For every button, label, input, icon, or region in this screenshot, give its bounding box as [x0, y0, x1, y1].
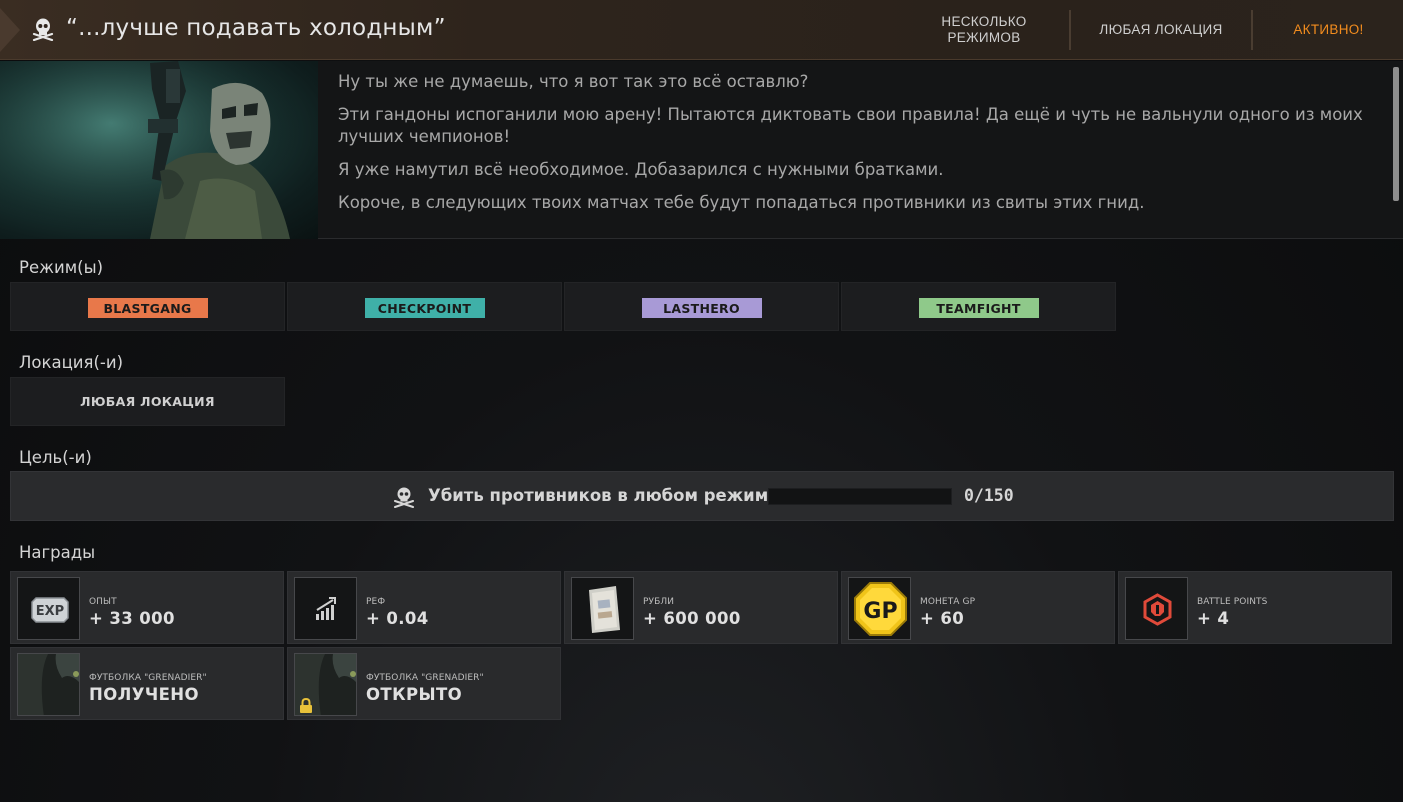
- skull-icon: [32, 18, 54, 41]
- reward-name: ФУТБОЛКА "GRENADIER": [366, 673, 484, 683]
- reward-card-ref: РЕФ + 0.04: [287, 571, 561, 644]
- quest-banner: Ну ты же не думаешь, что я вот так это в…: [0, 61, 1403, 239]
- story-paragraph: Ну ты же не думаешь, что я вот так это в…: [338, 72, 809, 91]
- reward-value: + 4: [1197, 609, 1230, 628]
- mode-card-teamfight: TEAMFIGHT: [841, 282, 1116, 331]
- svg-text:GP: GP: [863, 599, 897, 624]
- reward-name: BATTLE POINTS: [1197, 597, 1268, 607]
- reward-card-tshirt: ФУТБОЛКА "GRENADIER" ПОЛУЧЕНО: [10, 647, 284, 720]
- reward-name: ОПЫТ: [89, 597, 117, 607]
- goal-progress-bar: [768, 488, 952, 505]
- story-paragraph: Короче, в следующих твоих матчах тебе бу…: [338, 193, 1145, 212]
- mode-card-blastgang: BLASTGANG: [10, 282, 285, 331]
- goal-row: Убить противников в любом режиме 0/150: [10, 471, 1394, 521]
- locations-heading: Локация(-и): [19, 353, 124, 372]
- tshirt-icon: [294, 653, 357, 716]
- reward-value: + 33 000: [89, 609, 175, 628]
- story-paragraph: Эти гандоны испоганили мою арену! Пытают…: [338, 105, 1363, 146]
- header-status: АКТИВНО!: [1293, 22, 1364, 37]
- reward-value: + 60: [920, 609, 965, 628]
- story-paragraph: Я уже намутил всё необходимое. Добазарил…: [338, 160, 944, 179]
- reward-value: + 600 000: [643, 609, 741, 628]
- gp-coin-icon: GP: [848, 577, 911, 640]
- reward-value: + 0.04: [366, 609, 429, 628]
- reward-name: ФУТБОЛКА "GRENADIER": [89, 673, 207, 683]
- modes-heading: Режим(ы): [19, 258, 104, 277]
- header-modes: НЕСКОЛЬКО РЕЖИМОВ: [941, 14, 1027, 45]
- goal-count: 0/150: [964, 486, 1014, 505]
- lock-icon: [300, 698, 312, 713]
- header-divider: [1069, 10, 1071, 50]
- mode-card-checkpoint: CHECKPOINT: [287, 282, 562, 331]
- location-card: ЛЮБАЯ ЛОКАЦИЯ: [10, 377, 285, 426]
- rewards-heading: Награды: [19, 543, 96, 562]
- mode-card-lasthero: LASTHERO: [564, 282, 839, 331]
- location-label: ЛЮБАЯ ЛОКАЦИЯ: [80, 394, 215, 409]
- quest-title: “...лучше подавать холодным”: [66, 15, 446, 41]
- goals-heading: Цель(-и): [19, 448, 92, 467]
- reward-name: МОНЕТА GP: [920, 597, 976, 607]
- rubles-icon: [571, 577, 634, 640]
- header-notch: [0, 8, 20, 52]
- mode-tag: BLASTGANG: [87, 298, 208, 318]
- quest-story-text: Ну ты же не думаешь, что я вот так это в…: [338, 71, 1378, 239]
- reward-value: ПОЛУЧЕНО: [89, 685, 199, 704]
- svg-text:EXP: EXP: [36, 604, 64, 619]
- reward-card-battle-points: BATTLE POINTS + 4: [1118, 571, 1392, 644]
- reward-name: РЕФ: [366, 597, 386, 607]
- quest-header: “...лучше подавать холодным” НЕСКОЛЬКО Р…: [0, 0, 1403, 60]
- header-divider: [1251, 10, 1253, 50]
- mode-tag: TEAMFIGHT: [918, 298, 1039, 318]
- ref-chart-icon: [294, 577, 357, 640]
- quest-character-art: [0, 61, 318, 239]
- reward-card-tshirt-locked: ФУТБОЛКА "GRENADIER" ОТКРЫТО: [287, 647, 561, 720]
- mode-tag: LASTHERO: [641, 298, 762, 318]
- header-location: ЛЮБАЯ ЛОКАЦИЯ: [1099, 22, 1223, 37]
- skull-icon: [394, 487, 414, 508]
- tshirt-icon: [17, 653, 80, 716]
- reward-card-exp: EXP ОПЫТ + 33 000: [10, 571, 284, 644]
- reward-name: РУБЛИ: [643, 597, 675, 607]
- exp-icon: EXP: [17, 577, 80, 640]
- story-scrollbar[interactable]: [1393, 67, 1399, 201]
- reward-card-rubles: РУБЛИ + 600 000: [564, 571, 838, 644]
- goal-text: Убить противников в любом режиме: [428, 486, 780, 505]
- reward-value: ОТКРЫТО: [366, 685, 463, 704]
- battle-points-icon: [1125, 577, 1188, 640]
- reward-card-gp: GP МОНЕТА GP + 60: [841, 571, 1115, 644]
- mode-tag: CHECKPOINT: [364, 298, 485, 318]
